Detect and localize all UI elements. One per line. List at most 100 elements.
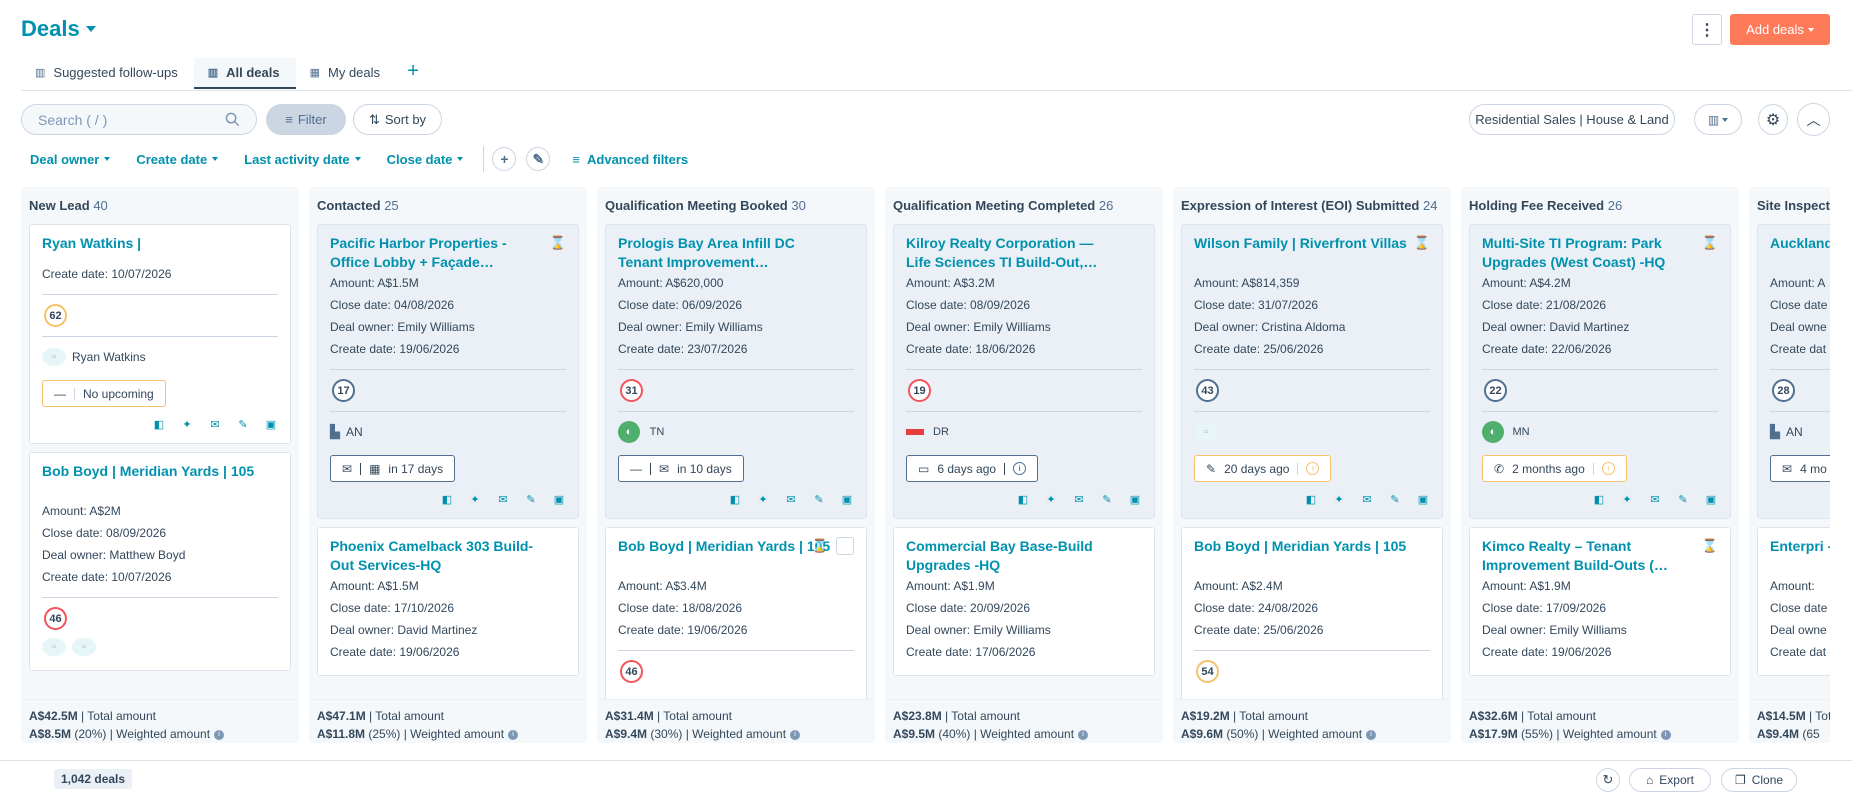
- info-icon[interactable]: i: [1660, 729, 1671, 740]
- email-icon[interactable]: ✉: [1360, 492, 1374, 506]
- pipeline-selector[interactable]: Residential Sales | House & Land: [1469, 104, 1675, 135]
- refresh-button[interactable]: ↻: [1596, 768, 1620, 792]
- edit-filters-button[interactable]: ✎: [526, 147, 551, 171]
- clone-button[interactable]: ❐ Clone: [1721, 768, 1797, 792]
- sparkle-icon[interactable]: ✦: [468, 492, 482, 506]
- board-settings-button[interactable]: ⚙: [1758, 104, 1788, 135]
- edit-icon[interactable]: ✎: [236, 417, 250, 431]
- edit-icon[interactable]: ✎: [1388, 492, 1402, 506]
- sparkle-icon[interactable]: ✦: [1620, 492, 1634, 506]
- sparkle-icon[interactable]: ✦: [1044, 492, 1058, 506]
- panel-icon[interactable]: ◧: [1592, 492, 1606, 506]
- deal-title[interactable]: Kimco Realty – Tenant Improvement Build-…: [1482, 537, 1718, 575]
- tab-my-deals[interactable]: ▦ My deals: [296, 58, 396, 89]
- deal-card[interactable]: Enterpri - Emily Amount: Close date Deal ow…: [1757, 527, 1830, 676]
- collapse-button[interactable]: ︿: [1797, 103, 1830, 136]
- associated-contact[interactable]: ▭ Ryan Watkins: [42, 346, 278, 368]
- filter-close-date[interactable]: Close date: [387, 152, 464, 167]
- associated-company[interactable]: ▭: [1194, 421, 1430, 443]
- tab-all-deals[interactable]: ▥ All deals: [193, 58, 296, 89]
- panel-icon[interactable]: ◧: [1016, 492, 1030, 506]
- email-icon[interactable]: ✉: [784, 492, 798, 506]
- email-icon[interactable]: ✉: [1072, 492, 1086, 506]
- email-icon[interactable]: ✉: [496, 492, 510, 506]
- task-icon[interactable]: ▣: [1128, 492, 1142, 506]
- next-activity-pill[interactable]: ✉ ▦ in 17 days: [330, 455, 456, 482]
- deal-card[interactable]: Wilson Family | Riverfront Villas ⌛ Amount…: [1181, 224, 1443, 519]
- panel-icon[interactable]: ◧: [1304, 492, 1318, 506]
- task-icon[interactable]: ▣: [840, 492, 854, 506]
- associated-company[interactable]: ◐ MN: [1482, 421, 1718, 443]
- next-activity-pill[interactable]: ✉4 moi: [1770, 455, 1830, 482]
- deal-card[interactable]: Ryan Watkins | Create date: 10/07/2026 62 ▭…: [29, 224, 291, 444]
- next-activity-pill[interactable]: — ✉ in 10 days: [618, 455, 744, 482]
- edit-icon[interactable]: ✎: [524, 492, 538, 506]
- deal-title[interactable]: Wilson Family | Riverfront Villas: [1194, 234, 1430, 272]
- associated-contacts[interactable]: ▭ ▭: [42, 636, 278, 658]
- info-icon[interactable]: i: [1366, 729, 1377, 740]
- filter-create-date[interactable]: Create date: [136, 152, 219, 167]
- next-activity-pill[interactable]: ▭ 6 days ago i: [906, 455, 1039, 482]
- add-deals-button[interactable]: Add deals: [1730, 14, 1830, 45]
- deal-title[interactable]: Kilroy Realty Corporation — Life Science…: [906, 234, 1142, 272]
- deal-title[interactable]: Commercial Bay Base-Build Upgrades -HQ: [906, 537, 1142, 575]
- deal-card[interactable]: Bob Boyd | Meridian Yards | 105 Amount: A…: [1181, 527, 1443, 699]
- deal-card[interactable]: Auckland Distribu Amount: A Close date Deal…: [1757, 224, 1830, 519]
- deal-card[interactable]: Commercial Bay Base-Build Upgrades -HQ Am…: [893, 527, 1155, 676]
- deal-card[interactable]: Prologis Bay Area Infill DC Tenant Impro…: [605, 224, 867, 519]
- sparkle-icon[interactable]: ✦: [180, 417, 194, 431]
- filter-deal-owner[interactable]: Deal owner: [30, 152, 111, 167]
- search-input[interactable]: [38, 111, 225, 128]
- next-activity-pill[interactable]: — No upcoming: [42, 380, 166, 407]
- deal-title[interactable]: Phoenix Camelback 303 Build-Out Services…: [330, 537, 566, 575]
- associated-company[interactable]: ▙ AN: [330, 421, 566, 443]
- task-icon[interactable]: ▣: [552, 492, 566, 506]
- info-icon[interactable]: i: [214, 729, 225, 740]
- deal-card[interactable]: Bob Boyd | Meridian Yards | 105 ⌛ Amount: …: [605, 527, 867, 699]
- task-icon[interactable]: ▣: [1416, 492, 1430, 506]
- panel-icon[interactable]: ◧: [440, 492, 454, 506]
- deal-title[interactable]: Auckland Distribu: [1770, 234, 1830, 272]
- edit-icon[interactable]: ✎: [812, 492, 826, 506]
- sparkle-icon[interactable]: ✦: [756, 492, 770, 506]
- deal-title[interactable]: Multi-Site TI Program: Park Upgrades (We…: [1482, 234, 1718, 272]
- deal-title[interactable]: Pacific Harbor Properties - Office Lobby…: [330, 234, 566, 272]
- deal-title[interactable]: Bob Boyd | Meridian Yards | 105: [42, 462, 278, 500]
- associated-company[interactable]: DR: [906, 421, 1142, 443]
- info-icon[interactable]: i: [1078, 729, 1089, 740]
- panel-icon[interactable]: ◧: [152, 417, 166, 431]
- task-icon[interactable]: ▣: [1704, 492, 1718, 506]
- deal-title[interactable]: Ryan Watkins |: [42, 234, 278, 253]
- export-button[interactable]: ⌂ Export: [1629, 768, 1711, 792]
- deal-card[interactable]: Pacific Harbor Properties - Office Lobby…: [317, 224, 579, 519]
- filter-button[interactable]: ≡ Filter: [266, 104, 346, 135]
- email-icon[interactable]: ✉: [1648, 492, 1662, 506]
- email-icon[interactable]: ✉: [208, 417, 222, 431]
- tab-suggested-follow-ups[interactable]: ▥ Suggested follow-ups: [21, 58, 194, 89]
- advanced-filters-button[interactable]: ≡ Advanced filters: [572, 152, 688, 167]
- search-box[interactable]: [21, 104, 257, 135]
- page-title-dropdown[interactable]: Deals: [21, 16, 96, 42]
- filter-last-activity-date[interactable]: Last activity date: [244, 152, 361, 167]
- sort-button[interactable]: ⇅ Sort by: [353, 104, 442, 135]
- edit-icon[interactable]: ✎: [1100, 492, 1114, 506]
- deal-card[interactable]: Kilroy Realty Corporation — Life Science…: [893, 224, 1155, 519]
- select-checkbox[interactable]: [836, 537, 854, 555]
- view-mode-button[interactable]: ▥: [1694, 104, 1742, 135]
- deal-card[interactable]: Bob Boyd | Meridian Yards | 105 Amount: A…: [29, 452, 291, 671]
- deal-title[interactable]: Enterpri - Emily: [1770, 537, 1830, 575]
- associated-company[interactable]: ▙ AN: [1770, 421, 1830, 443]
- panel-icon[interactable]: ◧: [728, 492, 742, 506]
- associated-company[interactable]: ◐ TN: [618, 421, 854, 443]
- next-activity-pill[interactable]: ✆ 2 months ago i: [1482, 455, 1627, 482]
- next-activity-pill[interactable]: ✎ 20 days ago i: [1194, 455, 1332, 482]
- deal-title[interactable]: Prologis Bay Area Infill DC Tenant Impro…: [618, 234, 854, 272]
- sparkle-icon[interactable]: ✦: [1332, 492, 1346, 506]
- deal-card[interactable]: Kimco Realty – Tenant Improvement Build-…: [1469, 527, 1731, 676]
- info-icon[interactable]: i: [508, 729, 519, 740]
- add-filter-button[interactable]: +: [492, 147, 517, 171]
- deal-card[interactable]: Multi-Site TI Program: Park Upgrades (We…: [1469, 224, 1731, 519]
- task-icon[interactable]: ▣: [264, 417, 278, 431]
- info-icon[interactable]: i: [790, 729, 801, 740]
- edit-icon[interactable]: ✎: [1676, 492, 1690, 506]
